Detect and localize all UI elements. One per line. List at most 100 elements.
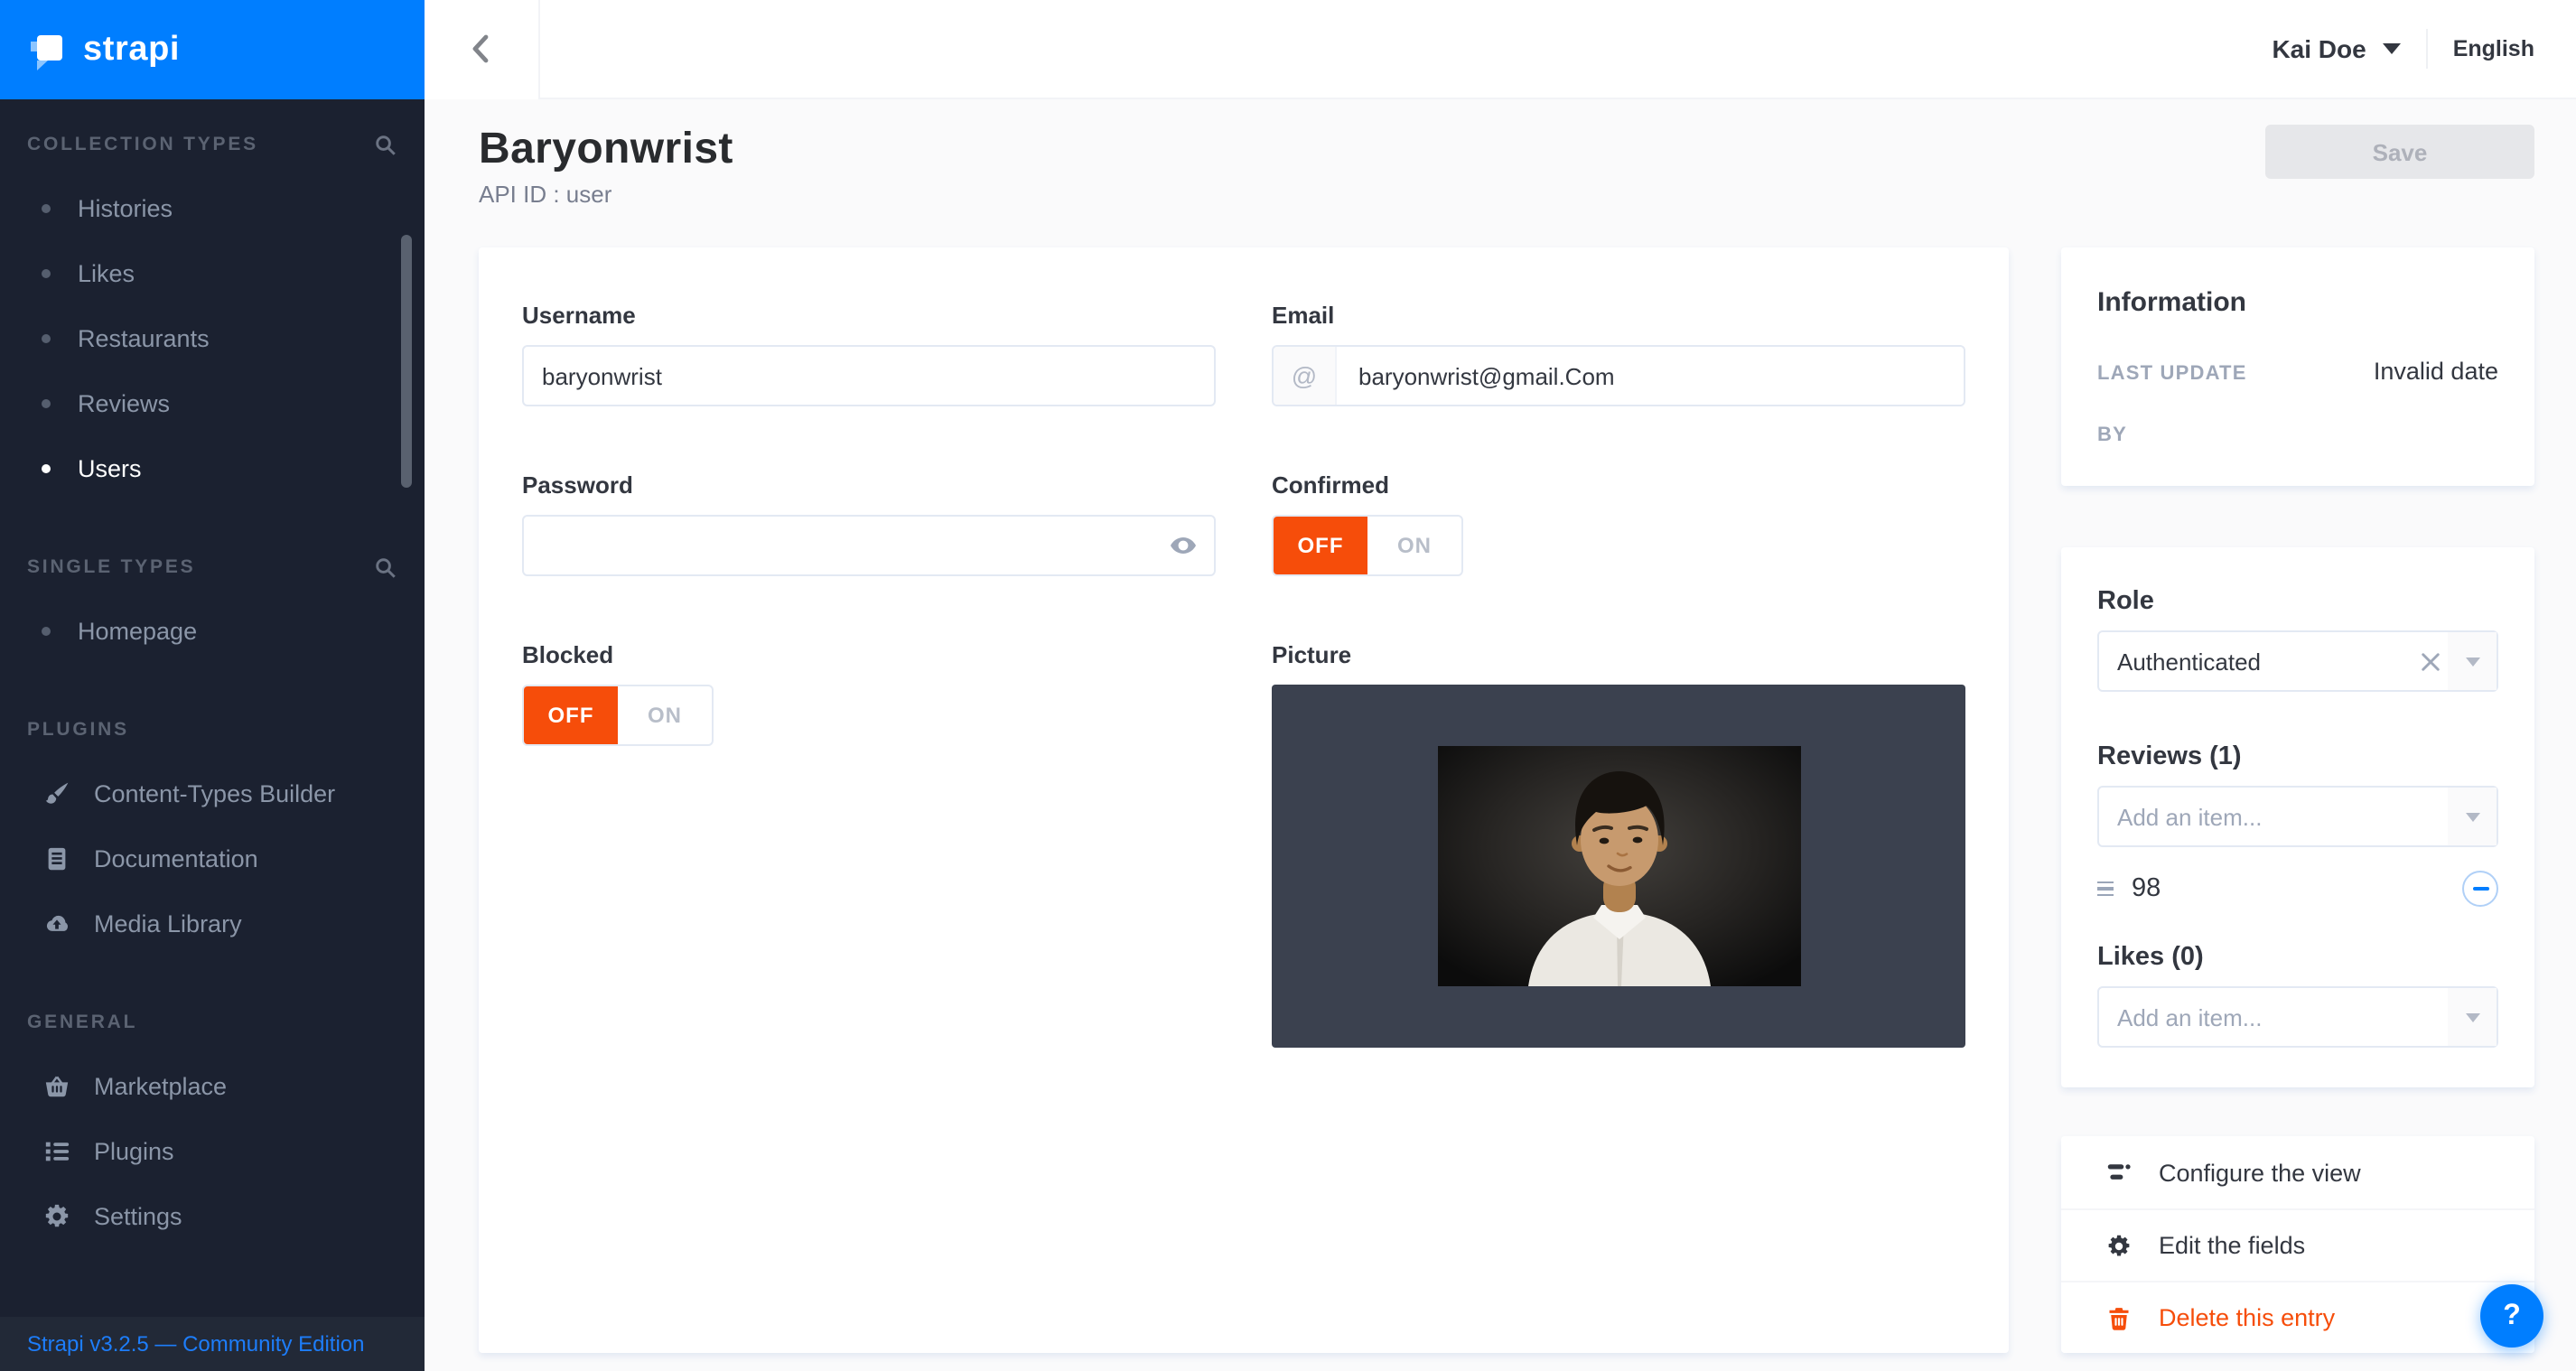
toggle-off-segment[interactable]: OFF bbox=[1274, 517, 1367, 574]
at-icon: @ bbox=[1274, 347, 1337, 405]
reviews-placeholder: Add an item... bbox=[2099, 803, 2448, 830]
blocked-toggle[interactable]: OFF ON bbox=[522, 685, 714, 746]
sidebar-item-marketplace[interactable]: Marketplace bbox=[0, 1053, 425, 1118]
username-field: Username bbox=[522, 302, 1216, 406]
edit-fields-button[interactable]: Edit the fields bbox=[2061, 1208, 2534, 1281]
sidebar-item-settings[interactable]: Settings bbox=[0, 1183, 425, 1248]
confirmed-field: Confirmed OFF ON bbox=[1272, 471, 1965, 576]
sidebar-item-reviews[interactable]: Reviews bbox=[0, 370, 425, 435]
picture-label: Picture bbox=[1272, 641, 1965, 668]
confirmed-label: Confirmed bbox=[1272, 471, 1965, 499]
sidebar-item-plugins[interactable]: Plugins bbox=[0, 1118, 425, 1183]
likes-add-select[interactable]: Add an item... bbox=[2097, 986, 2498, 1048]
sidebar: strapi COLLECTION TYPES Histories Likes … bbox=[0, 0, 425, 1371]
sidebar-item-histories[interactable]: Histories bbox=[0, 175, 425, 240]
email-field: Email @ bbox=[1272, 302, 1965, 406]
language-selector[interactable]: English bbox=[2453, 36, 2534, 61]
search-icon[interactable] bbox=[374, 555, 397, 579]
book-icon bbox=[42, 844, 70, 872]
blocked-field: Blocked OFF ON bbox=[522, 641, 1216, 1048]
title-row: Baryonwrist API ID : user Save bbox=[479, 125, 2534, 208]
bullet-icon bbox=[42, 203, 51, 212]
plugins-list: Content-Types Builder Documentation Medi… bbox=[0, 760, 425, 956]
password-field: Password bbox=[522, 471, 1216, 576]
general-list: Marketplace Plugins Settings bbox=[0, 1053, 425, 1248]
divider bbox=[2426, 29, 2428, 69]
blocked-label: Blocked bbox=[522, 641, 1216, 668]
information-title: Information bbox=[2097, 287, 2498, 318]
gear-icon bbox=[2105, 1231, 2133, 1260]
username-label: Username bbox=[522, 302, 1216, 329]
chevron-down-icon[interactable] bbox=[2448, 788, 2497, 845]
clear-x-icon[interactable] bbox=[2412, 643, 2448, 679]
password-label: Password bbox=[522, 471, 1216, 499]
basket-icon bbox=[42, 1072, 70, 1099]
information-card: Information LAST UPDATE Invalid date BY bbox=[2061, 247, 2534, 486]
search-icon[interactable] bbox=[374, 133, 397, 156]
bullet-icon bbox=[42, 626, 51, 635]
page-title: Baryonwrist bbox=[479, 125, 733, 175]
sidebar-item-likes[interactable]: Likes bbox=[0, 240, 425, 305]
toggle-on-segment[interactable]: ON bbox=[1367, 517, 1461, 574]
bullet-icon bbox=[42, 333, 51, 342]
sidebar-nav: COLLECTION TYPES Histories Likes Restaur… bbox=[0, 99, 425, 1317]
bullet-icon bbox=[42, 268, 51, 277]
bullet-icon bbox=[42, 398, 51, 407]
password-input[interactable] bbox=[522, 515, 1216, 576]
topbar: Kai Doe English bbox=[425, 0, 2576, 99]
bullet-icon bbox=[42, 463, 51, 472]
review-item-value[interactable]: 98 bbox=[2132, 874, 2462, 903]
strapi-logo-icon bbox=[27, 30, 67, 70]
sidebar-item-content-types-builder[interactable]: Content-Types Builder bbox=[0, 760, 425, 825]
cloud-upload-icon bbox=[42, 909, 70, 937]
picture-preview[interactable] bbox=[1272, 685, 1965, 1048]
remove-item-button[interactable] bbox=[2462, 871, 2498, 907]
eye-icon[interactable] bbox=[1169, 531, 1198, 560]
likes-placeholder: Add an item... bbox=[2099, 1003, 2448, 1031]
by-row: BY bbox=[2097, 424, 2498, 446]
help-button[interactable]: ? bbox=[2480, 1284, 2543, 1348]
delete-entry-button[interactable]: Delete this entry bbox=[2061, 1281, 2534, 1353]
reviews-add-select[interactable]: Add an item... bbox=[2097, 786, 2498, 847]
portrait-photo bbox=[1437, 746, 1800, 986]
toggle-off-segment[interactable]: OFF bbox=[524, 686, 618, 744]
configure-view-button[interactable]: Configure the view bbox=[2061, 1136, 2534, 1208]
sidebar-scrollbar[interactable] bbox=[401, 235, 412, 488]
sidebar-item-media-library[interactable]: Media Library bbox=[0, 891, 425, 956]
confirmed-toggle[interactable]: OFF ON bbox=[1272, 515, 1463, 576]
save-button[interactable]: Save bbox=[2265, 125, 2534, 179]
reviews-label: Reviews (1) bbox=[2097, 742, 2498, 771]
toggle-on-segment[interactable]: ON bbox=[618, 686, 712, 744]
user-menu[interactable]: Kai Doe bbox=[2272, 34, 2400, 63]
sidebar-item-homepage[interactable]: Homepage bbox=[0, 598, 425, 663]
sidebar-item-users[interactable]: Users bbox=[0, 435, 425, 500]
page-subtitle: API ID : user bbox=[479, 181, 733, 208]
minus-icon bbox=[2472, 887, 2488, 891]
back-button[interactable] bbox=[425, 0, 540, 98]
username-input[interactable] bbox=[522, 345, 1216, 406]
chevron-down-icon[interactable] bbox=[2448, 632, 2497, 690]
role-label: Role bbox=[2097, 587, 2498, 616]
list-icon bbox=[42, 1137, 70, 1164]
topbar-right: Kai Doe English bbox=[2272, 29, 2576, 69]
version-link[interactable]: Strapi v3.2.5 — Community Edition bbox=[27, 1331, 365, 1357]
layout: Username Email @ Password bbox=[479, 247, 2534, 1353]
last-update-row: LAST UPDATE Invalid date bbox=[2097, 358, 2498, 385]
sidebar-footer: Strapi v3.2.5 — Community Edition bbox=[0, 1317, 425, 1371]
logo-wordmark: strapi bbox=[83, 30, 180, 70]
trash-icon bbox=[2105, 1303, 2133, 1332]
role-select[interactable]: Authenticated bbox=[2097, 630, 2498, 692]
entry-actions-card: Configure the view Edit the fields bbox=[2061, 1136, 2534, 1353]
chevron-down-icon bbox=[2383, 43, 2401, 54]
by-label: BY bbox=[2097, 424, 2127, 446]
gear-icon bbox=[42, 1202, 70, 1229]
email-input[interactable] bbox=[1337, 347, 1964, 405]
chevron-down-icon[interactable] bbox=[2448, 988, 2497, 1046]
drag-handle-icon[interactable] bbox=[2097, 881, 2114, 897]
sidebar-item-restaurants[interactable]: Restaurants bbox=[0, 305, 425, 370]
plugins-heading: PLUGINS bbox=[27, 717, 397, 742]
general-heading: GENERAL bbox=[27, 1010, 397, 1035]
sliders-icon bbox=[2105, 1158, 2133, 1187]
sidebar-item-documentation[interactable]: Documentation bbox=[0, 825, 425, 891]
strapi-logo[interactable]: strapi bbox=[0, 0, 425, 99]
